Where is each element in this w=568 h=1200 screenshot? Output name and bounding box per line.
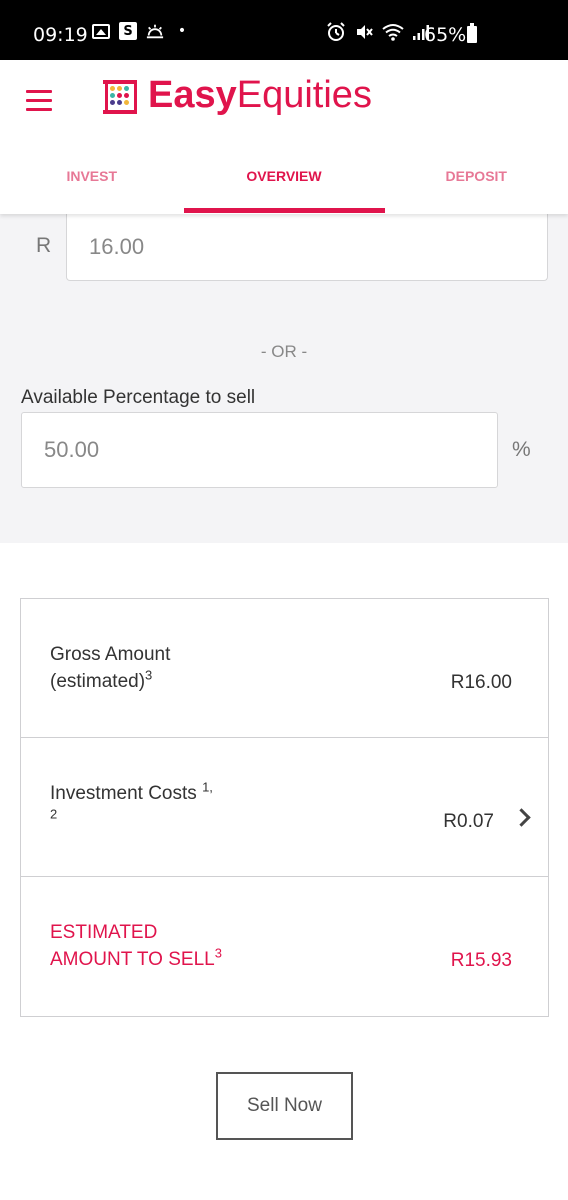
alarm-icon <box>326 22 346 47</box>
gross-amount-label: Gross Amount (estimated)3 <box>50 641 170 695</box>
or-divider: - OR - <box>260 342 308 361</box>
dot-icon: • <box>177 23 187 39</box>
tab-invest[interactable]: INVEST <box>0 155 184 213</box>
brand-name-bold: Easy <box>148 74 237 116</box>
app-header: EasyEquities INVEST OVERVIEW DEPOSIT <box>0 60 568 214</box>
gross-amount-value: R16.00 <box>450 672 512 693</box>
status-time: 09:19 <box>33 24 88 46</box>
status-bar: 09:19 S • 65% <box>0 0 568 60</box>
summary-card: Gross Amount (estimated)3 R16.00 Investm… <box>20 598 549 1017</box>
chevron-right-icon[interactable] <box>512 808 531 827</box>
wifi-icon <box>382 23 404 46</box>
mute-icon <box>354 22 374 47</box>
footnote-marker: 1, <box>202 779 213 795</box>
footnote-marker: 2 <box>50 806 58 822</box>
gross-amount-label-line1: Gross Amount <box>50 644 171 665</box>
gallery-icon <box>92 23 110 39</box>
investment-costs-row[interactable]: Investment Costs 1, 2 R0.07 <box>21 738 548 877</box>
percentage-input[interactable] <box>21 412 498 488</box>
menu-icon[interactable] <box>26 90 52 111</box>
tab-deposit[interactable]: DEPOSIT <box>385 155 568 213</box>
weather-icon <box>146 22 164 40</box>
footnote-marker: 3 <box>145 667 153 683</box>
s-badge-icon: S <box>119 22 137 40</box>
brand-logo: EasyEquities <box>103 74 372 117</box>
estimated-amount-row: ESTIMATED AMOUNT TO SELL3 R15.93 <box>21 877 548 1016</box>
estimated-amount-label: ESTIMATED AMOUNT TO SELL3 <box>50 919 222 973</box>
investment-costs-value: R0.07 <box>443 811 494 832</box>
amount-input[interactable] <box>66 214 548 281</box>
investment-costs-label: Investment Costs 1, 2 <box>50 780 213 834</box>
percentage-label: Available Percentage to sell <box>21 387 256 408</box>
currency-symbol: R <box>36 234 52 257</box>
sell-now-button[interactable]: Sell Now <box>216 1072 353 1140</box>
brand-name: EasyEquities <box>148 74 372 117</box>
tab-bar: INVEST OVERVIEW DEPOSIT <box>0 155 568 213</box>
gross-amount-label-line2: (estimated) <box>50 671 146 692</box>
status-left-icons: S • <box>92 22 191 40</box>
abacus-icon <box>103 78 139 114</box>
brand-name-light: Equities <box>236 74 372 116</box>
sell-form: R - OR - Available Percentage to sell % <box>0 214 568 543</box>
estimated-amount-label-line2: AMOUNT TO SELL <box>50 949 215 970</box>
percent-symbol: % <box>512 438 531 461</box>
footnote-marker: 3 <box>214 945 222 961</box>
estimated-amount-label-line1: ESTIMATED <box>50 922 158 943</box>
battery-icon <box>467 23 477 43</box>
investment-costs-label-text: Investment Costs <box>50 783 197 804</box>
gross-amount-row: Gross Amount (estimated)3 R16.00 <box>21 599 548 738</box>
status-right-icons <box>326 22 430 47</box>
battery-percentage: 65% <box>424 24 467 46</box>
tab-overview[interactable]: OVERVIEW <box>183 155 385 213</box>
estimated-amount-value: R15.93 <box>450 950 512 971</box>
